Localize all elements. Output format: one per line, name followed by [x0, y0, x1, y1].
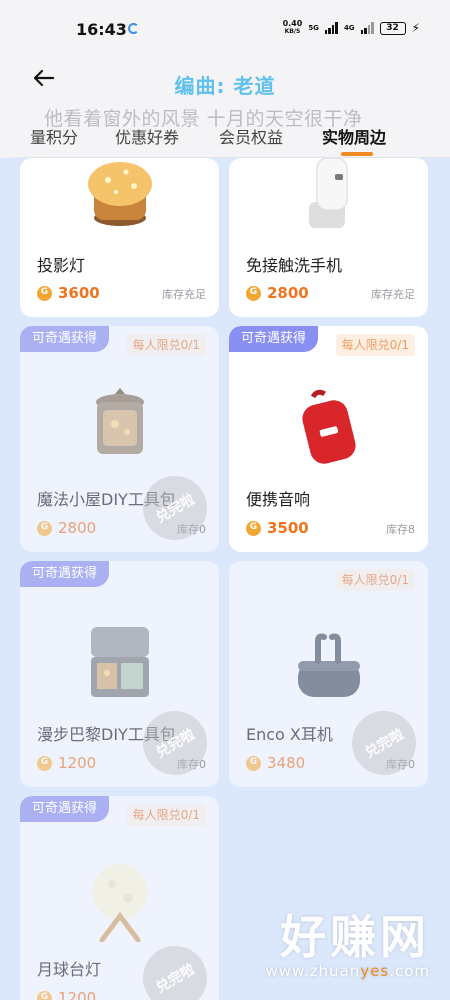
active-tab-indicator: [341, 152, 373, 156]
sold-out-stamp: 兑完啦: [131, 699, 219, 787]
product-card-moon-lamp[interactable]: 可奇遇获得 每人限兑0/1 月球台灯 1200 兑完啦: [20, 796, 219, 1000]
status-time: 16:43: [76, 20, 127, 39]
coin-icon: [246, 520, 261, 536]
magic-house-image: [95, 388, 144, 454]
signal-4g-label: 4G: [343, 24, 355, 32]
watermark-url: www.zhuanyes.com: [265, 962, 430, 980]
status-bar: 16:43 0.40 KB/S 5G 4G 32 ⚡: [0, 0, 450, 58]
sold-out-stamp: 兑完啦: [131, 464, 219, 552]
net-speed: 0.40 KB/S: [282, 19, 303, 36]
tabs-scroll-fade: [0, 104, 36, 158]
watermark-logo-text: 好赚网: [280, 910, 430, 964]
product-name: 月球台灯: [37, 960, 102, 979]
product-name: Enco X耳机: [246, 725, 333, 744]
limit-tag: 每人限兑0/1: [335, 569, 415, 591]
paris-diy-image: [90, 627, 149, 697]
coin-icon: [246, 285, 261, 301]
battery-icon: 32: [379, 21, 406, 35]
site-watermark: 好赚网 www.zhuanyes.com: [265, 912, 430, 980]
page-title: 编曲: 老道: [174, 74, 276, 98]
signal-secondary-icon: [360, 22, 374, 34]
product-name: 免接触洗手机: [246, 256, 343, 275]
product-price: 3500: [246, 519, 309, 537]
hand-washer-image: [308, 158, 347, 228]
limit-tag: 每人限兑0/1: [335, 334, 415, 356]
portable-speaker-image: [301, 389, 356, 464]
charging-icon: ⚡: [411, 21, 420, 35]
stock-status: 库存充足: [162, 288, 206, 301]
sync-icon: [128, 23, 139, 34]
lyrics-overlay: 他看着窗外的风景 十月的天空很干净: [44, 108, 363, 130]
limit-tag: 每人限兑0/1: [126, 334, 206, 356]
coin-icon: [37, 990, 52, 1000]
product-card-magic-house-diy[interactable]: 可奇遇获得 每人限兑0/1 魔法小屋DIY工具包 2800 库存0 兑完啦: [20, 326, 219, 552]
product-price: 1200: [37, 989, 96, 1000]
encounter-tag: 可奇遇获得: [20, 326, 110, 352]
encounter-tag: 可奇遇获得: [20, 561, 110, 587]
product-name: 投影灯: [37, 256, 86, 275]
product-price: 2800: [37, 519, 96, 537]
projector-lamp-image: [87, 162, 152, 226]
encounter-tag: 可奇遇获得: [20, 796, 110, 822]
earbuds-image: [297, 633, 360, 697]
product-card-paris-diy[interactable]: 可奇遇获得 漫步巴黎DIY工具包 1200 库存0 兑完啦: [20, 561, 219, 787]
limit-tag: 每人限兑0/1: [126, 804, 206, 826]
coin-icon: [37, 755, 52, 771]
encounter-tag: 可奇遇获得: [229, 326, 319, 352]
moon-lamp-image: [91, 864, 148, 942]
product-card-portable-speaker[interactable]: 可奇遇获得 每人限兑0/1 便携音响 3500 库存8: [229, 326, 428, 552]
product-card-hand-washer[interactable]: 免接触洗手机 2800 库存充足: [229, 158, 428, 317]
signal-icon: [324, 22, 338, 34]
product-name: 便携音响: [246, 490, 311, 509]
product-price: 2800: [246, 284, 309, 302]
product-price: 3600: [37, 284, 100, 302]
stock-status: 库存8: [386, 523, 415, 536]
sold-out-stamp: 兑完啦: [131, 934, 219, 1000]
coin-icon: [246, 755, 261, 771]
coin-icon: [37, 285, 52, 301]
product-price: 1200: [37, 754, 96, 772]
status-indicators: 0.40 KB/S 5G 4G 32 ⚡: [283, 20, 420, 36]
signal-5g-label: 5G: [308, 24, 319, 32]
product-price: 3480: [246, 754, 305, 772]
product-card-projector-lamp[interactable]: 投影灯 3600 库存充足: [20, 158, 219, 317]
header: 编曲: 老道: [0, 58, 450, 106]
stock-status: 库存充足: [371, 288, 415, 301]
coin-icon: [37, 520, 52, 536]
product-card-enco-earbuds[interactable]: 每人限兑0/1 Enco X耳机 3480 库存0 兑完啦: [229, 561, 428, 787]
sold-out-stamp: 兑完啦: [340, 699, 428, 787]
